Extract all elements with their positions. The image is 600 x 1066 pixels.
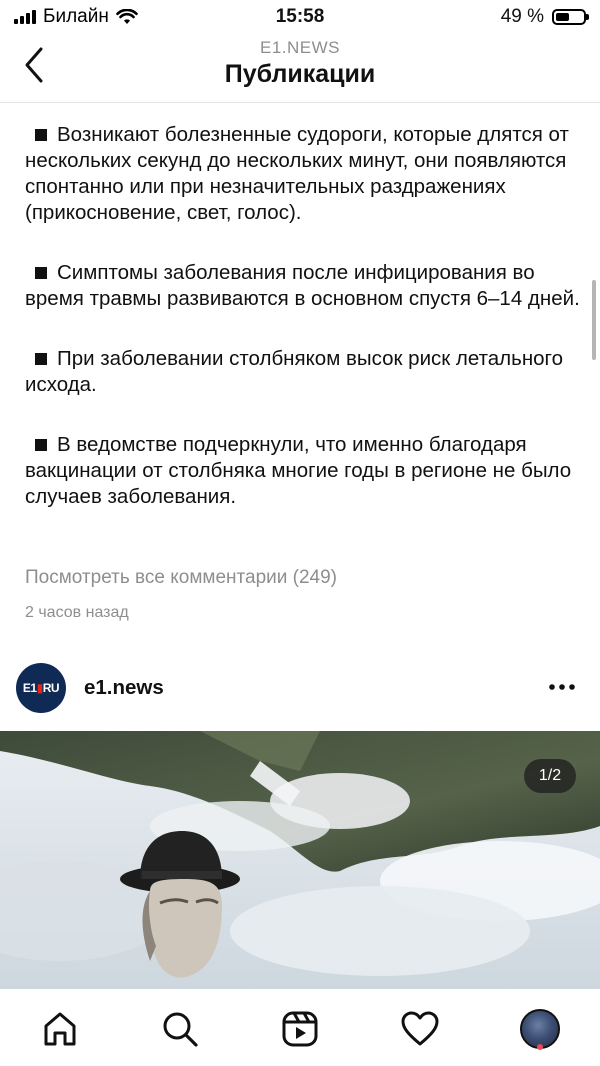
caption-paragraph: При заболевании столбняком высок риск ле… <box>25 346 580 398</box>
caption-text: Возникают болезненные судороги, которые … <box>25 123 569 224</box>
caption-paragraph: В ведомстве подчеркнули, что именно благ… <box>25 432 580 510</box>
bullet-icon <box>35 266 47 279</box>
battery-percent: 49 % <box>500 6 544 27</box>
caption-text: Симптомы заболевания после инфицирования… <box>25 261 580 310</box>
battery-level <box>556 13 569 21</box>
landscape-image <box>0 731 600 989</box>
bullet-icon <box>35 352 47 365</box>
nav-header: E1.NEWS Публикации <box>0 34 600 103</box>
page-title: Публикации <box>224 60 376 88</box>
bullet-icon <box>35 128 47 141</box>
post-image[interactable]: 1/2 <box>0 731 600 989</box>
tab-bar <box>0 989 600 1066</box>
status-right: 49 % <box>500 6 589 28</box>
avatar-logo-text: E1▮RU <box>22 681 60 695</box>
post-time: 2 часов назад <box>25 604 129 621</box>
heart-icon <box>401 1011 439 1046</box>
caption-paragraph: Симптомы заболевания после инфицирования… <box>25 260 580 312</box>
profile-avatar <box>520 1009 560 1049</box>
tab-home[interactable] <box>38 1007 82 1051</box>
notification-dot <box>537 1044 543 1050</box>
status-bar: Билайн 15:58 49 % <box>0 0 600 34</box>
page-indicator: 1/2 <box>524 759 576 793</box>
post-header: E1▮RU e1.news <box>0 660 600 716</box>
view-all-comments-link[interactable]: Посмотреть все комментарии (249) <box>25 567 337 589</box>
avatar[interactable]: E1▮RU <box>16 663 66 713</box>
more-horizontal-icon <box>549 684 575 690</box>
search-icon <box>163 1012 198 1047</box>
more-options-button[interactable] <box>546 678 578 696</box>
bullet-icon <box>35 438 47 451</box>
home-icon <box>44 1012 76 1046</box>
battery-icon <box>552 9 589 25</box>
scroll-indicator[interactable] <box>592 280 596 360</box>
caption-text: При заболевании столбняком высок риск ле… <box>25 347 563 396</box>
reels-icon <box>282 1011 318 1047</box>
tab-reels[interactable] <box>278 1007 322 1051</box>
tab-search[interactable] <box>158 1007 202 1051</box>
caption-paragraph: Возникают болезненные судороги, которые … <box>25 122 580 226</box>
account-subtitle: E1.NEWS <box>259 38 341 57</box>
post-caption: Возникают болезненные судороги, которые … <box>25 122 580 544</box>
username-link[interactable]: e1.news <box>84 676 164 700</box>
caption-text: В ведомстве подчеркнули, что именно благ… <box>25 433 572 508</box>
tab-activity[interactable] <box>398 1007 442 1051</box>
